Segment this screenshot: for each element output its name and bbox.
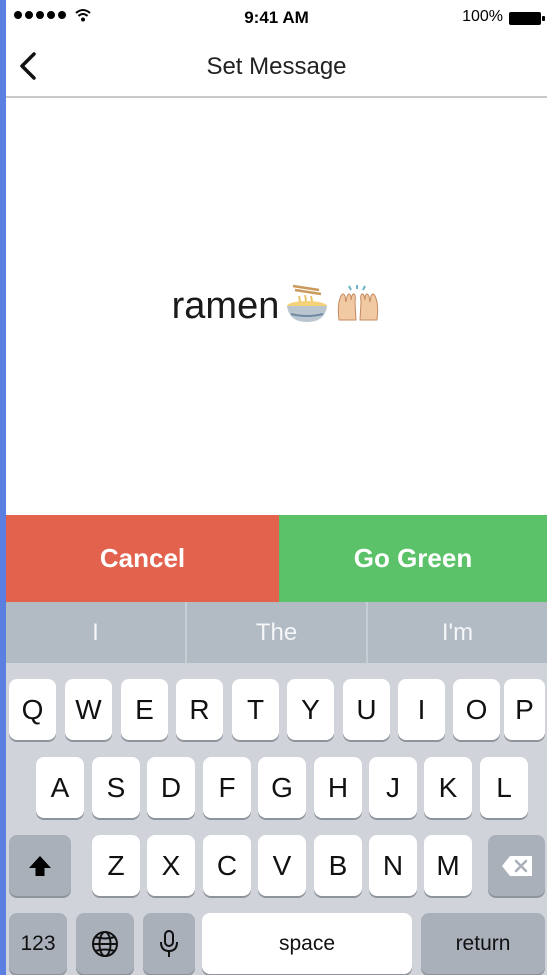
key-b[interactable]: B bbox=[314, 835, 362, 896]
key-s[interactable]: S bbox=[92, 757, 140, 818]
navigation-bar: Set Message bbox=[6, 36, 547, 98]
backspace-icon bbox=[501, 855, 532, 876]
key-v[interactable]: V bbox=[258, 835, 306, 896]
backspace-key[interactable] bbox=[488, 835, 545, 896]
return-key[interactable]: return bbox=[421, 913, 545, 974]
suggestion-item[interactable]: The bbox=[185, 602, 366, 663]
battery-percent: 100% bbox=[462, 8, 503, 25]
key-m[interactable]: M bbox=[424, 835, 472, 896]
space-key[interactable]: space bbox=[202, 913, 412, 974]
key-k[interactable]: K bbox=[424, 757, 472, 818]
key-z[interactable]: Z bbox=[92, 835, 140, 896]
shift-key[interactable] bbox=[9, 835, 71, 896]
key-p[interactable]: P bbox=[504, 679, 545, 740]
suggestion-item[interactable]: I'm bbox=[366, 602, 547, 663]
key-d[interactable]: D bbox=[147, 757, 195, 818]
key-u[interactable]: U bbox=[343, 679, 390, 740]
keyboard: Q W E R T Y U I O P A S D F G H J K L Z … bbox=[6, 663, 547, 975]
globe-icon bbox=[92, 930, 118, 957]
key-h[interactable]: H bbox=[314, 757, 362, 818]
key-r[interactable]: R bbox=[176, 679, 223, 740]
status-bar: 9:41 AM 100% bbox=[6, 0, 547, 36]
predictive-suggestion-bar: I The I'm bbox=[6, 602, 547, 663]
key-f[interactable]: F bbox=[203, 757, 251, 818]
battery-icon bbox=[509, 12, 545, 25]
key-n[interactable]: N bbox=[369, 835, 417, 896]
key-q[interactable]: Q bbox=[9, 679, 56, 740]
key-a[interactable]: A bbox=[36, 757, 84, 818]
go-green-button[interactable]: Go Green bbox=[279, 515, 547, 602]
key-c[interactable]: C bbox=[203, 835, 251, 896]
ramen-bowl-emoji bbox=[285, 284, 329, 329]
globe-key[interactable] bbox=[76, 913, 134, 974]
page-title: Set Message bbox=[206, 53, 347, 80]
shift-icon bbox=[29, 855, 51, 876]
key-x[interactable]: X bbox=[147, 835, 195, 896]
key-j[interactable]: J bbox=[369, 757, 417, 818]
phone-screen: 9:41 AM 100% Set Message ramen Cancel Go… bbox=[6, 0, 547, 975]
key-g[interactable]: G bbox=[258, 757, 306, 818]
key-i[interactable]: I bbox=[398, 679, 445, 740]
message-text: ramen bbox=[171, 285, 280, 327]
status-message[interactable]: ramen bbox=[6, 284, 547, 329]
key-e[interactable]: E bbox=[121, 679, 168, 740]
key-y[interactable]: Y bbox=[287, 679, 334, 740]
key-t[interactable]: T bbox=[232, 679, 279, 740]
suggestion-item[interactable]: I bbox=[6, 602, 185, 663]
raised-hands-emoji bbox=[335, 284, 381, 329]
message-area: ramen bbox=[6, 98, 547, 515]
key-o[interactable]: O bbox=[453, 679, 500, 740]
microphone-icon bbox=[160, 929, 178, 957]
numbers-key[interactable]: 123 bbox=[9, 913, 67, 974]
key-w[interactable]: W bbox=[65, 679, 112, 740]
key-l[interactable]: L bbox=[480, 757, 528, 818]
cancel-button[interactable]: Cancel bbox=[6, 515, 279, 602]
microphone-key[interactable] bbox=[143, 913, 195, 974]
